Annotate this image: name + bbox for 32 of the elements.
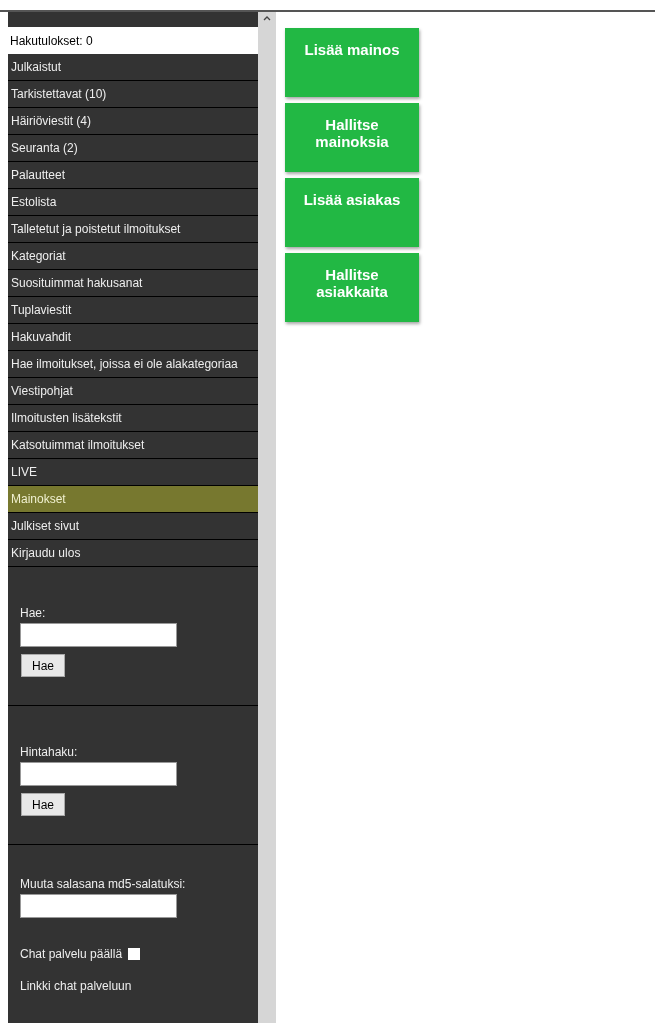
password-field[interactable] <box>20 894 177 918</box>
menu-item[interactable]: Talletetut ja poistetut ilmoitukset <box>8 216 258 243</box>
menu-item[interactable]: Estolista <box>8 189 258 216</box>
menu-item[interactable]: Katsotuimmat ilmoitukset <box>8 432 258 459</box>
search-button[interactable]: Hae <box>21 793 65 816</box>
menu-item[interactable]: Viestipohjat <box>8 378 258 405</box>
scrollbar[interactable] <box>258 12 276 1023</box>
menu-item[interactable]: Julkiset sivut <box>8 513 258 540</box>
field-label: Hae: <box>20 605 46 622</box>
menu-item[interactable]: Hakuvahdit <box>8 324 258 351</box>
menu-item[interactable]: Mainokset <box>8 486 258 513</box>
checkbox-label: Chat palvelu päällä <box>20 946 123 963</box>
menu-item[interactable]: Kirjaudu ulos <box>8 540 258 567</box>
menu-item[interactable]: Seuranta (2) <box>8 135 258 162</box>
search-field[interactable] <box>20 762 177 786</box>
menu-item[interactable]: Kategoriat <box>8 243 258 270</box>
menu-item[interactable]: Hae ilmoitukset, joissa ei ole alakategoriaa <box>8 351 258 378</box>
menu-item[interactable]: Tuplaviestit <box>8 297 258 324</box>
menu-item[interactable]: Ilmoitusten lisätekstit <box>8 405 258 432</box>
chat-checkbox[interactable] <box>128 948 141 960</box>
scroll-up-icon[interactable] <box>263 15 271 21</box>
search-button[interactable]: Hae <box>21 654 65 677</box>
menu-item[interactable]: Häiriöviestit (4) <box>8 108 258 135</box>
search-field[interactable] <box>20 623 177 647</box>
results-count: Hakutulokset: 0 <box>8 27 258 54</box>
menu-item[interactable]: Julkaistut <box>8 54 258 81</box>
field-label: Muuta salasana md5-salatuksi: <box>20 876 186 893</box>
menu-item[interactable]: Suosituimmat hakusanat <box>8 270 258 297</box>
field-label: Hintahaku: <box>20 744 78 761</box>
menu-item[interactable]: Tarkistettavat (10) <box>8 81 258 108</box>
chat-link[interactable]: Linkki chat palveluun <box>20 977 132 995</box>
menu-item[interactable]: Palautteet <box>8 162 258 189</box>
